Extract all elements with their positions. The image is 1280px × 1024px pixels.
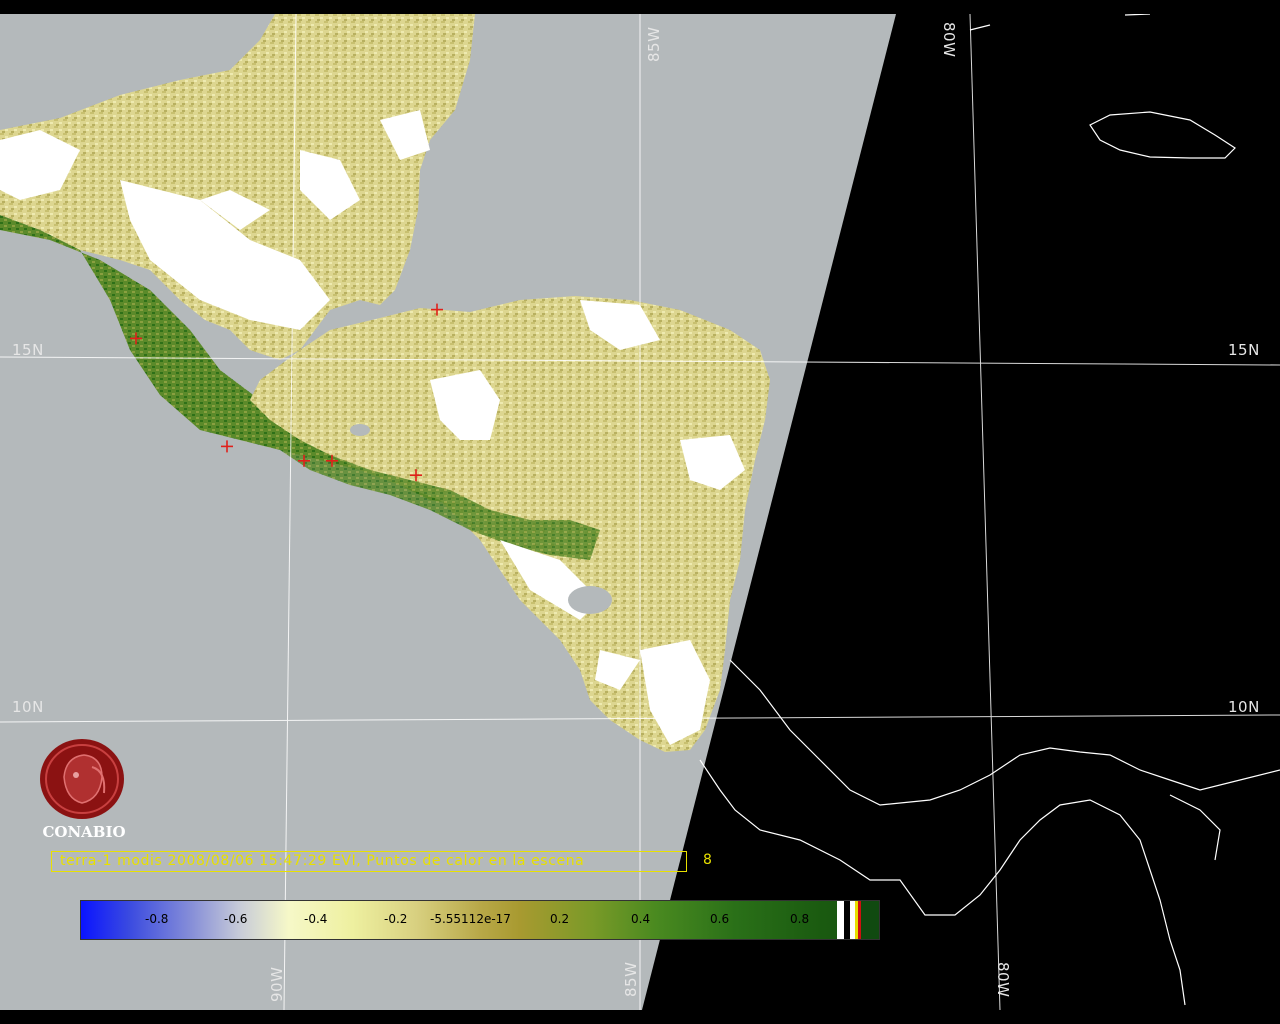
evi-colorbar: -0.8 -0.6 -0.4 -0.2 -5.55112e-17 0.2 0.4… [80,900,880,940]
top-frame [0,0,1280,14]
colorbar-tick: -0.8 [145,912,169,926]
colorbar-tick: 0.4 [631,912,651,926]
colorbar-tick: 0.6 [710,912,730,926]
colorbar-tick: -0.2 [384,912,408,926]
grid-label-15n-left: 15N [12,341,44,359]
colorbar-tick: -0.4 [304,912,328,926]
lake-nicaragua [568,586,612,614]
grid-label-85w-bottom: 85W [622,961,640,997]
grid-label-80w-bottom: 80W [994,962,1012,998]
lake-small [350,424,370,436]
conabio-logo-name: CONABIO [42,823,126,841]
grid-label-10n-left: 10N [12,698,44,716]
colorbar-tick: 0.8 [790,912,810,926]
bottom-frame [0,1010,1280,1024]
scene-caption: terra-1 modis 2008/08/06 15:47:29 EVI, P… [51,851,687,872]
grid-label-85w-top: 85W [645,26,663,62]
grid-label-90w-bottom: 90W [268,966,286,1002]
grid-label-15n-right: 15N [1228,341,1260,359]
colorbar-tick: -0.6 [224,912,248,926]
colorbar-tick: 0.2 [550,912,570,926]
colorbar-tick: -5.55112e-17 [430,912,511,926]
hotspot-count: 8 [703,852,712,868]
grid-label-10n-right: 10N [1228,698,1260,716]
colorbar-green-end [861,901,879,939]
grid-label-80w-top: 80W [940,22,958,58]
colorbar-white-band [837,901,844,939]
